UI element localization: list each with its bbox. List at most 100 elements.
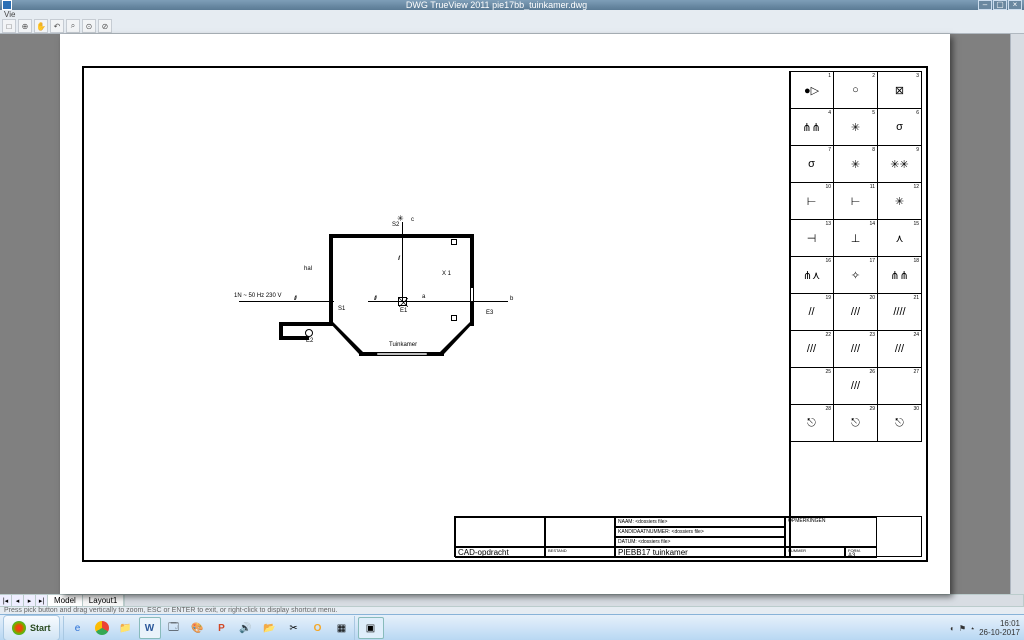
scrollbar-horizontal[interactable]: [124, 594, 1024, 607]
legend-cell: 21////: [877, 293, 922, 331]
legend-cell: 2○: [833, 71, 878, 109]
start-button[interactable]: Start: [3, 615, 60, 640]
legend-cell: 30⎋: [877, 404, 922, 442]
column-icon: [451, 315, 457, 321]
folder2-icon[interactable]: 📂: [259, 617, 281, 639]
legend-cell: 12✳: [877, 182, 922, 220]
hal-label: hal: [304, 266, 312, 272]
trueview-taskbtn[interactable]: ▣: [358, 617, 384, 639]
legend-cell: 3⊠: [877, 71, 922, 109]
tray-icon[interactable]: ⋆: [970, 624, 975, 633]
c-label: c: [411, 217, 414, 223]
legend-cell: 16⋔⋏: [789, 256, 834, 294]
menubar: Vie: [0, 10, 1024, 19]
legend-cell: 15⋏: [877, 219, 922, 257]
room-label: Tuinkamer: [389, 342, 417, 348]
status-text: Press pick button and drag vertically to…: [4, 607, 337, 614]
app-icon: [2, 0, 12, 10]
explorer-icon[interactable]: 📁: [115, 617, 137, 639]
zoom-window-icon[interactable]: ⌕: [66, 19, 80, 33]
floorplan: ✳ 1N ~ 50 Hz 230 V hal Tuinkamer S1 S2 E…: [314, 216, 514, 386]
close-button[interactable]: ×: [1008, 0, 1022, 10]
legend-cell: 4⋔⋔: [789, 108, 834, 146]
legend-cell: 8✳: [833, 145, 878, 183]
symbol-legend: 1●▷ 2○ 3⊠ 4⋔⋔ 5✳ 6σ 7σ 8✳ 9✳✳ 10⊢ 11⊢ 12…: [790, 72, 922, 442]
legend-cell: 10⊢: [789, 182, 834, 220]
tb-nummer: NUMMER: [785, 547, 845, 558]
clock-date: 26-10-2017: [979, 628, 1020, 637]
light-symbol: [305, 329, 313, 337]
circuit-line: [239, 301, 334, 302]
legend-cell: 20///: [833, 293, 878, 331]
system-tray[interactable]: ◐ ⚑ ⋆ 16:01 26-10-2017: [946, 619, 1024, 637]
legend-cell: 19//: [789, 293, 834, 331]
light-symbol: [398, 297, 407, 306]
tb-cad: CAD-opdracht: [455, 547, 545, 558]
legend-cell: 5✳: [833, 108, 878, 146]
chrome-icon[interactable]: [91, 617, 113, 639]
tb-form: FORM.A3: [845, 547, 877, 558]
legend-cell: 9✳✳: [877, 145, 922, 183]
drawing-canvas[interactable]: 1●▷ 2○ 3⊠ 4⋔⋔ 5✳ 6σ 7σ 8✳ 9✳✳ 10⊢ 11⊢ 12…: [0, 34, 1010, 594]
circuit-line: [402, 222, 403, 302]
titlebar: DWG TrueView 2011 pie17bb_tuinkamer.dwg …: [0, 0, 1024, 10]
legend-cell: 17✧: [833, 256, 878, 294]
media-icon[interactable]: 🔊: [235, 617, 257, 639]
drawing-border: 1●▷ 2○ 3⊠ 4⋔⋔ 5✳ 6σ 7σ 8✳ 9✳✳ 10⊢ 11⊢ 12…: [82, 66, 928, 562]
tb-opmerk: OPMERKINGEN: [785, 517, 877, 547]
outlook-icon[interactable]: O: [307, 617, 329, 639]
legend-divider: [789, 71, 791, 557]
zoom-extents-icon[interactable]: ⊕: [18, 19, 32, 33]
legend-cell: 18⋔⋔: [877, 256, 922, 294]
tab-scroll-area: |◂ ◂ ▸ ▸| Model Layout1: [0, 594, 1024, 607]
menu-view[interactable]: Vie: [4, 10, 15, 19]
legend-cell: 11⊢: [833, 182, 878, 220]
legend-cell: 26///: [833, 367, 878, 405]
e1-label: E1: [400, 308, 407, 314]
tab-model[interactable]: Model: [47, 594, 83, 607]
s1-label: S1: [338, 306, 345, 312]
tab-layout1[interactable]: Layout1: [82, 594, 124, 607]
minimize-button[interactable]: –: [978, 0, 992, 10]
paint-icon[interactable]: 🎨: [187, 617, 209, 639]
cancel-icon[interactable]: ⊘: [98, 19, 112, 33]
legend-cell: 25: [789, 367, 834, 405]
taskbar: Start e 📁 W 🗔 🎨 P 🔊 📂 ✂ O ▦ ▣ ◐ ⚑ ⋆ 16:0…: [0, 614, 1024, 640]
ppt-icon[interactable]: P: [211, 617, 233, 639]
ie-icon[interactable]: e: [67, 617, 89, 639]
legend-cell: 24///: [877, 330, 922, 368]
maximize-button[interactable]: ▢: [993, 0, 1007, 10]
tb-datum: DATUM: <dossiers file>: [615, 537, 785, 547]
legend-cell: 14⊥: [833, 219, 878, 257]
zoom-icon[interactable]: ⊙: [82, 19, 96, 33]
e2-label: E2: [306, 338, 313, 344]
clock-time: 16:01: [979, 619, 1020, 628]
paper-page: 1●▷ 2○ 3⊠ 4⋔⋔ 5✳ 6σ 7σ 8✳ 9✳✳ 10⊢ 11⊢ 12…: [60, 34, 950, 594]
column-icon: [451, 239, 457, 245]
tb-bestand: BESTAND: [545, 547, 615, 558]
status-bar: Press pick button and drag vertically to…: [0, 607, 1024, 614]
scrollbar-vertical[interactable]: [1010, 34, 1024, 594]
legend-cell: 28⎋: [789, 404, 834, 442]
tray-icon[interactable]: ⚑: [959, 624, 966, 633]
legend-cell: 1●▷: [789, 71, 834, 109]
legend-cell: 29⎋: [833, 404, 878, 442]
desktop-icon[interactable]: 🗔: [163, 617, 185, 639]
app-icon[interactable]: ▦: [331, 617, 353, 639]
e3-label: E3: [486, 310, 493, 316]
angled-walls: [329, 322, 474, 377]
new-icon[interactable]: □: [2, 19, 16, 33]
b-label: b: [510, 296, 513, 302]
snip-icon[interactable]: ✂: [283, 617, 305, 639]
word-icon[interactable]: W: [139, 617, 161, 639]
hand-icon[interactable]: ✋: [34, 19, 48, 33]
a-label: a: [422, 294, 425, 300]
tray-icon[interactable]: ◐: [950, 624, 955, 633]
legend-cell: 6σ: [877, 108, 922, 146]
zoom-prev-icon[interactable]: ↶: [50, 19, 64, 33]
power-note-label: 1N ~ 50 Hz 230 V: [234, 293, 282, 299]
tb-naam: NAAM: <dossiers file>: [615, 517, 785, 527]
legend-cell: 22///: [789, 330, 834, 368]
windows-logo-icon: [12, 621, 26, 635]
title-block: NAAM: <dossiers file> KANDIDAATNUMMER: <…: [454, 516, 922, 557]
